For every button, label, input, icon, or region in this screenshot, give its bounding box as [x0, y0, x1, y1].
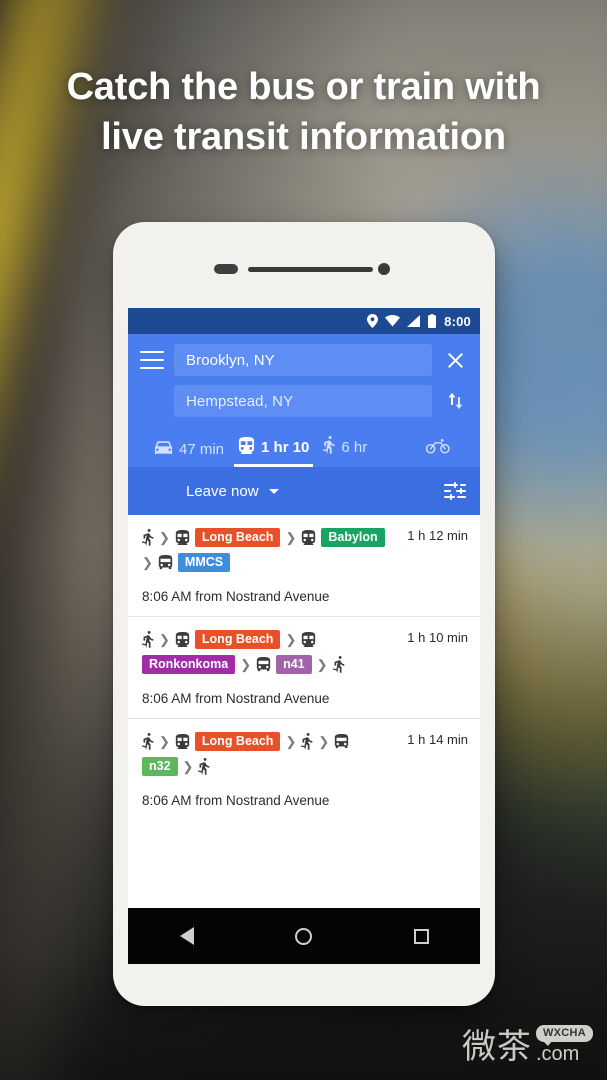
- origin-row: Brooklyn, NY: [140, 344, 468, 376]
- headline: Catch the bus or train with live transit…: [0, 62, 607, 162]
- walk-icon: [332, 656, 345, 673]
- chevron-right-icon: ❯: [142, 555, 153, 570]
- nav-recents-button[interactable]: [391, 928, 451, 944]
- chevron-right-icon: ❯: [159, 632, 170, 647]
- earpiece-speaker-icon: [248, 267, 373, 272]
- swap-vertical-icon[interactable]: [442, 391, 468, 411]
- train-icon: [301, 632, 316, 647]
- options-bar: Leave now: [128, 467, 480, 515]
- tab-driving[interactable]: 47 min: [154, 440, 224, 467]
- android-nav-bar: [128, 908, 480, 964]
- route-departure: 8:06 AM from Nostrand Avenue: [142, 589, 330, 604]
- chevron-right-icon: ❯: [159, 734, 170, 749]
- transit-line-badge: Long Beach: [194, 732, 281, 751]
- bike-icon: [425, 438, 450, 458]
- route-departure: 8:06 AM from Nostrand Avenue: [142, 691, 330, 706]
- walk-icon: [142, 733, 154, 750]
- location-pin-icon: [367, 314, 379, 328]
- watermark-bubble-label: WXCHA: [535, 1025, 593, 1046]
- train-icon: [301, 530, 316, 545]
- battery-icon: [428, 314, 437, 328]
- headline-line-1: Catch the bus or train with: [66, 66, 541, 108]
- transit-line-badge: MMCS: [177, 553, 231, 572]
- watermark-domain: .com: [535, 1043, 580, 1065]
- bus-icon: [158, 555, 173, 570]
- leave-time-label: Leave now: [186, 482, 259, 500]
- travel-mode-tabs: 47 min 1 hr 10 6 hr: [140, 417, 468, 467]
- transit-line-badge: n32: [142, 757, 178, 776]
- tab-transit[interactable]: 1 hr 10: [234, 437, 314, 467]
- train-icon: [175, 734, 190, 749]
- chevron-right-icon: ❯: [285, 734, 297, 749]
- nav-home-button[interactable]: [274, 927, 334, 945]
- bus-icon: [256, 657, 271, 672]
- route-duration: 1 h 12 min: [407, 528, 468, 543]
- phone-screen: 8:00 Brooklyn, NY Hempstead, NY 47 min 1…: [128, 308, 480, 908]
- leave-time-dropdown[interactable]: Leave now: [186, 483, 279, 500]
- phone-top-bezel: [113, 222, 495, 308]
- chevron-right-icon: ❯: [318, 734, 330, 749]
- tab-driving-label: 47 min: [179, 440, 225, 458]
- route-row[interactable]: 1 h 10 min ❯ Long Beach ❯ Ronkonkoma ❯ n41 ❯ 8:0…: [128, 617, 480, 719]
- phone-device: 8:00 Brooklyn, NY Hempstead, NY 47 min 1…: [113, 222, 495, 1006]
- route-duration: 1 h 10 min: [407, 630, 468, 645]
- search-header: Brooklyn, NY Hempstead, NY 47 min 1 hr 1…: [128, 334, 480, 467]
- wifi-icon: [385, 315, 401, 327]
- walk-icon: [142, 529, 154, 546]
- walk-icon: [301, 733, 313, 750]
- watermark: 微茶 WXCHA .com: [462, 1025, 593, 1064]
- route-list: 1 h 12 min ❯ Long Beach ❯ Babylon ❯ MMCS 8:06 A…: [128, 515, 480, 821]
- walk-icon: [198, 758, 210, 775]
- status-bar-clock: 8:00: [444, 313, 471, 329]
- back-triangle-icon: [179, 927, 194, 945]
- bus-icon: [334, 734, 349, 749]
- headline-line-2: live transit information: [101, 116, 506, 158]
- tab-walking[interactable]: 6 hr: [322, 436, 368, 467]
- destination-row: Hempstead, NY: [140, 385, 468, 417]
- walk-icon: [322, 436, 335, 458]
- chevron-right-icon: ❯: [159, 530, 170, 545]
- tab-transit-label: 1 hr 10: [261, 439, 310, 456]
- transit-line-badge: n41: [276, 655, 312, 674]
- destination-input[interactable]: Hempstead, NY: [174, 385, 432, 417]
- tab-cycling[interactable]: [425, 438, 456, 467]
- hamburger-menu-icon[interactable]: [140, 351, 164, 369]
- transit-line-badge: Ronkonkoma: [142, 655, 236, 674]
- transit-line-badge: Babylon: [321, 528, 385, 547]
- tune-filter-icon[interactable]: [444, 481, 466, 501]
- route-row[interactable]: 1 h 14 min ❯ Long Beach ❯ ❯ n32 ❯ 8:06 AM from …: [128, 719, 480, 821]
- route-duration: 1 h 14 min: [407, 732, 468, 747]
- cell-signal-icon: [407, 315, 421, 327]
- train-icon: [175, 530, 190, 545]
- recents-square-icon: [413, 928, 429, 944]
- home-circle-icon: [295, 927, 313, 945]
- watermark-logo-text: 微茶: [461, 1027, 532, 1067]
- nav-back-button[interactable]: [157, 927, 217, 945]
- front-camera-icon: [378, 263, 390, 275]
- walk-icon: [142, 631, 154, 648]
- train-icon: [175, 632, 190, 647]
- tab-walking-label: 6 hr: [341, 438, 368, 456]
- chevron-down-icon: [268, 488, 279, 494]
- close-icon[interactable]: [442, 351, 468, 370]
- origin-input[interactable]: Brooklyn, NY: [174, 344, 432, 376]
- chevron-right-icon: ❯: [285, 530, 297, 545]
- transit-line-badge: Long Beach: [194, 630, 281, 649]
- chevron-right-icon: ❯: [285, 632, 297, 647]
- chevron-right-icon: ❯: [316, 657, 328, 672]
- status-bar: 8:00: [128, 308, 480, 334]
- proximity-sensor-icon: [214, 264, 238, 274]
- car-icon: [154, 440, 173, 458]
- train-icon: [238, 437, 255, 458]
- route-row[interactable]: 1 h 12 min ❯ Long Beach ❯ Babylon ❯ MMCS 8:06 A…: [128, 515, 480, 617]
- chevron-right-icon: ❯: [182, 759, 194, 774]
- chevron-right-icon: ❯: [240, 657, 252, 672]
- transit-line-badge: Long Beach: [194, 528, 281, 547]
- route-departure: 8:06 AM from Nostrand Avenue: [142, 793, 330, 808]
- promo-screenshot: Catch the bus or train with live transit…: [0, 0, 607, 1080]
